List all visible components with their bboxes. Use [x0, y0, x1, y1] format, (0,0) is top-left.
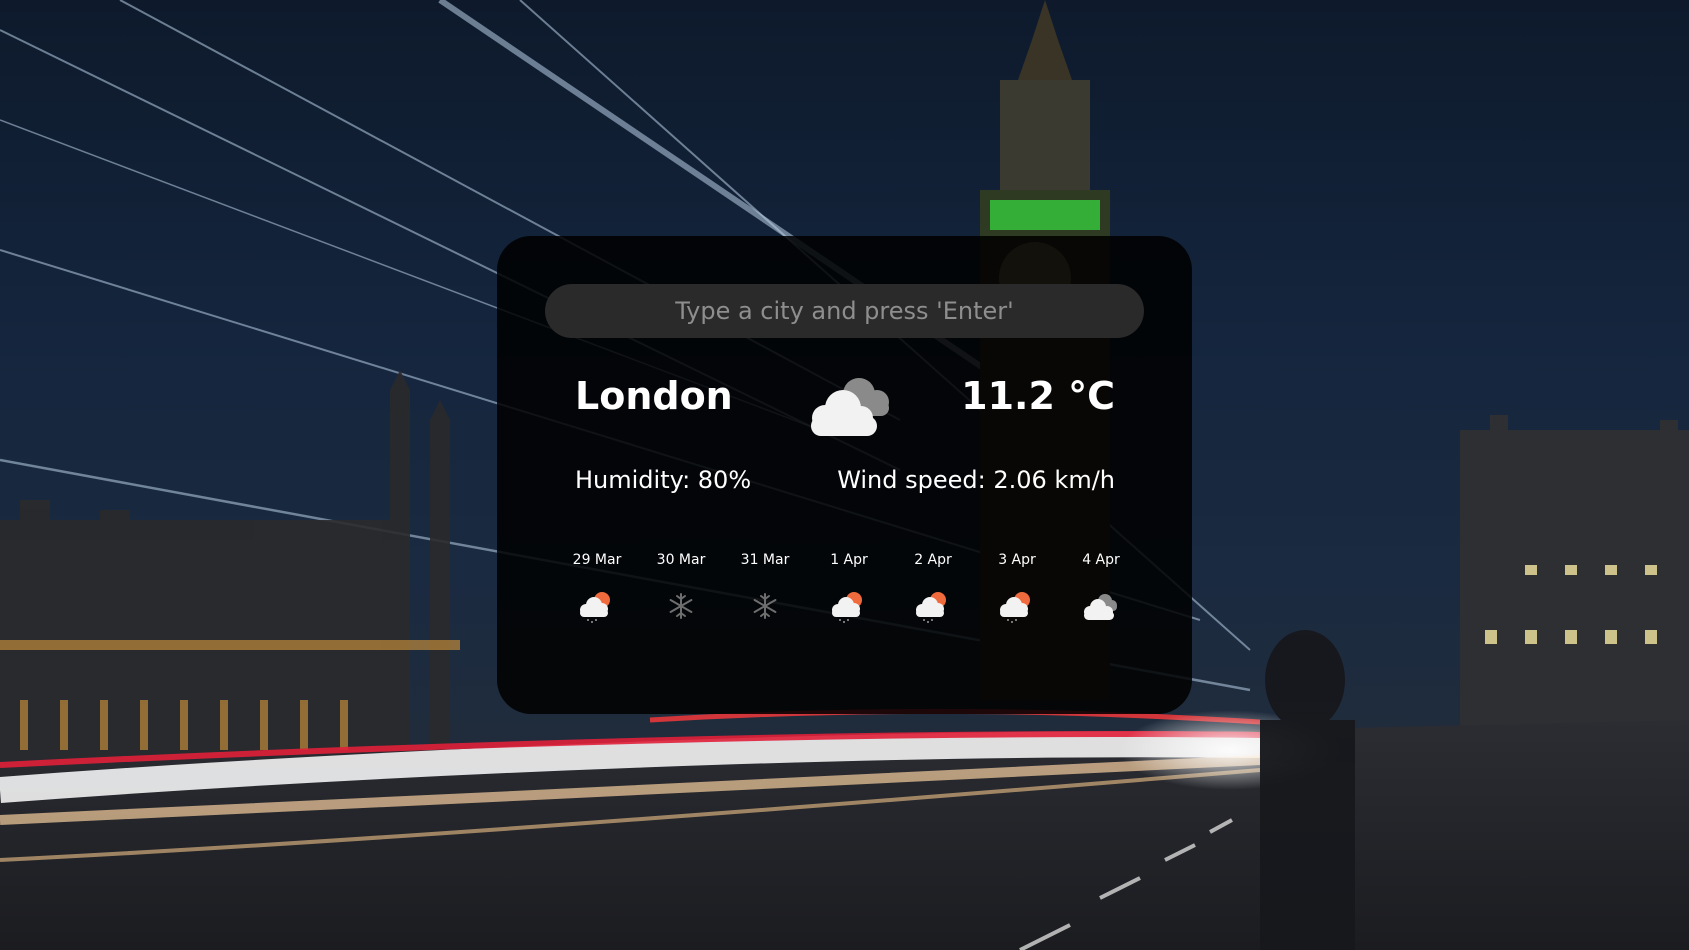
humidity: Humidity: 80%	[575, 466, 752, 494]
forecast-day: 29 Mar	[559, 553, 635, 653]
forecast-day: 4 Apr	[1063, 553, 1139, 653]
cloudy-icon	[811, 378, 889, 436]
city-name: London	[575, 374, 733, 418]
wind-speed: Wind speed: 2.06 km/h	[837, 466, 1115, 494]
snowflake-icon	[753, 593, 777, 619]
forecast-date: 30 Mar	[656, 552, 706, 568]
forecast-date: 29 Mar	[572, 552, 622, 568]
city-search-input[interactable]	[545, 284, 1144, 338]
forecast-day: 1 Apr	[811, 553, 887, 653]
forecast-day: 31 Mar	[727, 553, 803, 653]
forecast-day: 3 Apr	[979, 553, 1055, 653]
forecast-day: 2 Apr	[895, 553, 971, 653]
sun-cloud-rain-icon	[580, 592, 610, 623]
forecast-date: 3 Apr	[998, 552, 1036, 568]
sun-cloud-rain-icon	[916, 592, 946, 623]
forecast-date: 31 Mar	[740, 552, 790, 568]
forecast-list: 29 Mar 30 Mar 31 Mar 1 Apr 2 Apr 3 Apr 4…	[559, 553, 1139, 653]
temperature: 11.2 °C	[961, 374, 1115, 418]
forecast-day: 30 Mar	[643, 553, 719, 653]
weather-card: London 11.2 °C Humidity: 80% Wind speed:…	[497, 236, 1192, 714]
forecast-date: 4 Apr	[1082, 552, 1120, 568]
sun-cloud-rain-icon	[832, 592, 862, 623]
sun-cloud-rain-icon	[1000, 592, 1030, 623]
forecast-date: 1 Apr	[830, 552, 868, 568]
cloudy-icon	[1084, 594, 1117, 620]
snowflake-icon	[669, 593, 693, 619]
forecast-date: 2 Apr	[914, 552, 952, 568]
